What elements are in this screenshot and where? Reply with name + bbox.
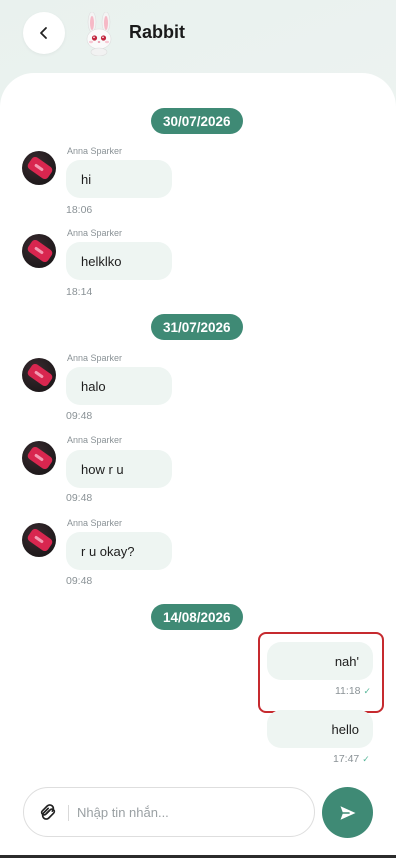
message-composer [23, 787, 315, 837]
message-bubble[interactable]: hi [66, 160, 172, 198]
message-bubble[interactable]: helklko [66, 242, 172, 280]
back-button[interactable] [23, 12, 65, 54]
sender-avatar[interactable] [22, 234, 56, 268]
sender-avatar[interactable] [22, 358, 56, 392]
chat-header: Rabbit [0, 0, 396, 72]
sent-check-icon: ✓ [363, 686, 372, 696]
message-time: 09:48 [66, 492, 93, 504]
sender-name: Anna Sparker [67, 435, 123, 445]
date-divider: 31/07/2026 [151, 314, 243, 340]
message-bubble[interactable]: halo [66, 367, 172, 405]
date-divider: 14/08/2026 [151, 604, 243, 630]
message-time: 17:47 ✓ [333, 753, 370, 765]
sender-name: Anna Sparker [67, 146, 123, 156]
chat-title: Rabbit [129, 22, 185, 42]
message-time: 09:48 [66, 575, 93, 587]
message-time: 18:06 [66, 204, 93, 216]
sender-name: Anna Sparker [67, 518, 123, 528]
composer-divider [68, 805, 69, 821]
message-input[interactable] [77, 788, 297, 836]
sender-name: Anna Sparker [67, 228, 123, 238]
message-time-text: 17:47 [333, 753, 360, 765]
rabbit-avatar [86, 12, 112, 56]
message-time-text: 11:18 [335, 685, 361, 697]
date-divider: 30/07/2026 [151, 108, 243, 134]
chevron-left-icon [40, 27, 47, 39]
sent-check-icon: ✓ [362, 754, 370, 764]
message-time: 09:48 [66, 410, 93, 422]
message-bubble[interactable]: r u okay? [66, 532, 172, 570]
message-bubble-outgoing[interactable]: nah' [267, 642, 373, 680]
attachment-icon[interactable] [38, 802, 58, 822]
message-bubble[interactable]: how r u [66, 450, 172, 488]
sender-avatar[interactable] [22, 523, 56, 557]
send-icon [340, 805, 355, 820]
sender-avatar[interactable] [22, 151, 56, 185]
message-time: 18:14 [66, 286, 93, 298]
sender-name: Anna Sparker [67, 353, 123, 363]
sender-avatar[interactable] [22, 441, 56, 475]
send-button[interactable] [322, 787, 373, 838]
message-time: 11:18 ✓ [335, 685, 371, 697]
message-bubble-outgoing[interactable]: hello [267, 710, 373, 748]
